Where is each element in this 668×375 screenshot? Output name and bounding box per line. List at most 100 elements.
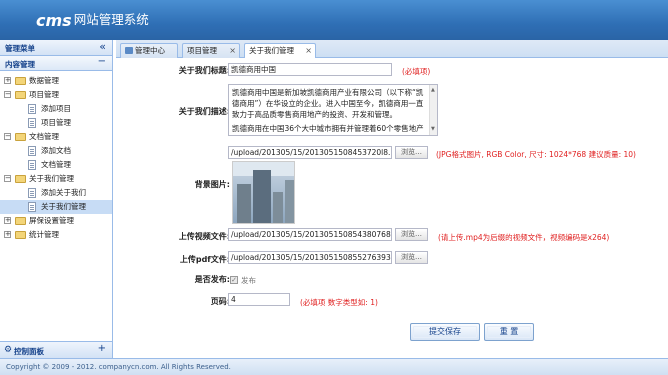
close-icon[interactable]: × [229, 44, 236, 57]
tree-item-label: 数据管理 [29, 76, 59, 85]
tree-item-label: 添加关于我们 [41, 188, 86, 197]
tree-leaf-item[interactable]: 关于我们管理 [0, 200, 112, 214]
tree-folder-item[interactable]: + 数据管理 [0, 74, 112, 88]
tree-folder-item[interactable]: + 统计管理 [0, 228, 112, 242]
folder-icon [15, 77, 26, 85]
publish-checkbox[interactable]: ✓ [230, 276, 238, 284]
video-path[interactable]: /upload/201305/15/201305150854380768.m [228, 228, 392, 241]
tab-label: 管理中心 [135, 46, 165, 55]
expand-icon[interactable]: + [4, 77, 11, 84]
expand-icon[interactable]: + [4, 217, 11, 224]
document-icon [28, 160, 36, 170]
publish-label: 是否发布: [194, 275, 230, 284]
collapse-icon[interactable]: − [4, 91, 11, 98]
document-icon [28, 146, 36, 156]
tree-folder-item[interactable]: − 项目管理 [0, 88, 112, 102]
logo-title: 网站管理系统 [73, 12, 149, 27]
tree-folder-item[interactable]: + 屏保设置管理 [0, 214, 112, 228]
desc-scrollbar[interactable] [429, 85, 437, 135]
tab-bar: 管理中心 项目管理 × 关于我们管理 × [116, 40, 668, 59]
app-logo: cms 网站管理系统 [36, 9, 149, 30]
tab-admin-center[interactable]: 管理中心 [120, 43, 178, 58]
app-header: cms 网站管理系统 [0, 0, 668, 40]
tree-item-label: 关于我们管理 [41, 202, 86, 211]
pdf-browse-button[interactable]: 浏览… [395, 251, 428, 264]
reset-label: 重 置 [499, 327, 519, 336]
tree-leaf-item[interactable]: 添加文档 [0, 144, 112, 158]
title-input[interactable]: 凯德商用中国 [228, 63, 392, 76]
folder-icon [15, 231, 26, 239]
tree-item-label: 关于我们管理 [29, 174, 74, 183]
order-hint: (必填项 数字类型如: 1) [300, 298, 378, 307]
tab-project-manage[interactable]: 项目管理 × [182, 43, 240, 58]
tree-leaf-item[interactable]: 添加关于我们 [0, 186, 112, 200]
tree-leaf-item[interactable]: 文档管理 [0, 158, 112, 172]
tree-item-label: 项目管理 [29, 90, 59, 99]
tree-item-label: 项目管理 [41, 118, 71, 127]
desc-paragraph: 凯德商用中国是新加坡凯德商用产业有限公司（以下称“凯德商用”）在华设立的企业。进… [232, 88, 424, 119]
tree-item-label: 文档管理 [29, 132, 59, 141]
sidebar: 管理菜单 « 内容管理 − + 数据管理 − 项目管理 添加项目 项目管理 − 文档管理 添加文… [0, 40, 113, 358]
collapse-icon[interactable]: − [4, 133, 11, 140]
sidebar-footer[interactable]: ⚙ 控制面板 + [0, 341, 112, 358]
bg-browse-button[interactable]: 浏览… [395, 146, 428, 159]
collapse-icon[interactable]: − [4, 175, 11, 182]
tab-label: 项目管理 [187, 46, 217, 55]
document-icon [28, 118, 36, 128]
submit-button[interactable]: 提交保存 [410, 323, 480, 341]
pdf-label: 上传pdf文件: [179, 255, 230, 264]
home-icon [125, 47, 133, 54]
tab-about-manage[interactable]: 关于我们管理 × [244, 43, 316, 59]
desc-paragraph: 凯德商用在中国36个大中城市拥有并管理着60个零售地产项 [232, 124, 424, 133]
document-icon [28, 202, 36, 212]
title-label: 关于我们标题: [178, 66, 230, 75]
tree-item-label: 添加项目 [41, 104, 71, 113]
video-label: 上传视频文件: [178, 232, 230, 241]
document-icon [28, 188, 36, 198]
minus-icon[interactable]: − [98, 56, 106, 67]
sidebar-title: 管理菜单 [5, 44, 35, 53]
tree-item-label: 添加文档 [41, 146, 71, 155]
control-panel-title: 控制面板 [14, 347, 44, 356]
video-hint: (请上传.mp4为后缀的视频文件，视频编码是x264) [438, 233, 610, 242]
bg-image-hint: (JPG格式图片, RGB Color, 尺寸: 1024*768 建议质量: … [436, 150, 636, 159]
folder-icon [15, 175, 26, 183]
sidebar-section-header[interactable]: 内容管理 − [0, 56, 112, 71]
tree-folder-item[interactable]: − 关于我们管理 [0, 172, 112, 186]
bg-image-path[interactable]: /upload/201305/15/2013051508453720l8.pn [228, 146, 392, 159]
title-hint: (必填项) [402, 67, 431, 76]
sidebar-tree: + 数据管理 − 项目管理 添加项目 项目管理 − 文档管理 添加文档 文档管理 − 关于我们管理 添加… [0, 71, 112, 242]
tree-item-label: 统计管理 [29, 230, 59, 239]
tree-leaf-item[interactable]: 项目管理 [0, 116, 112, 130]
tree-item-label: 屏保设置管理 [29, 216, 74, 225]
app-footer: Copyright © 2009 - 2012. companycn.com. … [0, 358, 668, 375]
copyright-text: Copyright © 2009 - 2012. companycn.com. … [6, 363, 231, 371]
document-icon [28, 104, 36, 114]
bg-image-preview [232, 161, 295, 224]
video-browse-button[interactable]: 浏览… [395, 228, 428, 241]
desc-textarea[interactable]: 凯德商用中国是新加坡凯德商用产业有限公司（以下称“凯德商用”）在华设立的企业。进… [228, 84, 438, 136]
plus-icon[interactable]: + [98, 343, 106, 354]
submit-label: 提交保存 [429, 327, 461, 336]
folder-icon [15, 133, 26, 141]
folder-icon [15, 91, 26, 99]
folder-icon [15, 217, 26, 225]
collapse-icon[interactable]: « [99, 40, 106, 53]
sidebar-header: 管理菜单 « [0, 40, 112, 56]
publish-text: 发布 [241, 276, 256, 285]
order-input[interactable]: 4 [228, 293, 290, 306]
bg-label: 背景图片: [194, 180, 230, 189]
expand-icon[interactable]: + [4, 231, 11, 238]
reset-button[interactable]: 重 置 [484, 323, 534, 341]
form-panel: 关于我们标题: 凯德商用中国 (必填项) 关于我们描述: 凯德商用中国是新加坡凯… [116, 58, 668, 358]
tree-folder-item[interactable]: − 文档管理 [0, 130, 112, 144]
gear-icon: ⚙ [4, 345, 13, 355]
logo-cms: cms [36, 11, 72, 30]
tab-label: 关于我们管理 [249, 46, 294, 55]
pdf-path[interactable]: /upload/201305/15/201305150855276393.pd [228, 251, 392, 264]
sidebar-section-title: 内容管理 [5, 60, 35, 69]
close-icon[interactable]: × [305, 44, 312, 57]
tree-leaf-item[interactable]: 添加项目 [0, 102, 112, 116]
desc-label: 关于我们描述: [178, 107, 230, 116]
tree-item-label: 文档管理 [41, 160, 71, 169]
